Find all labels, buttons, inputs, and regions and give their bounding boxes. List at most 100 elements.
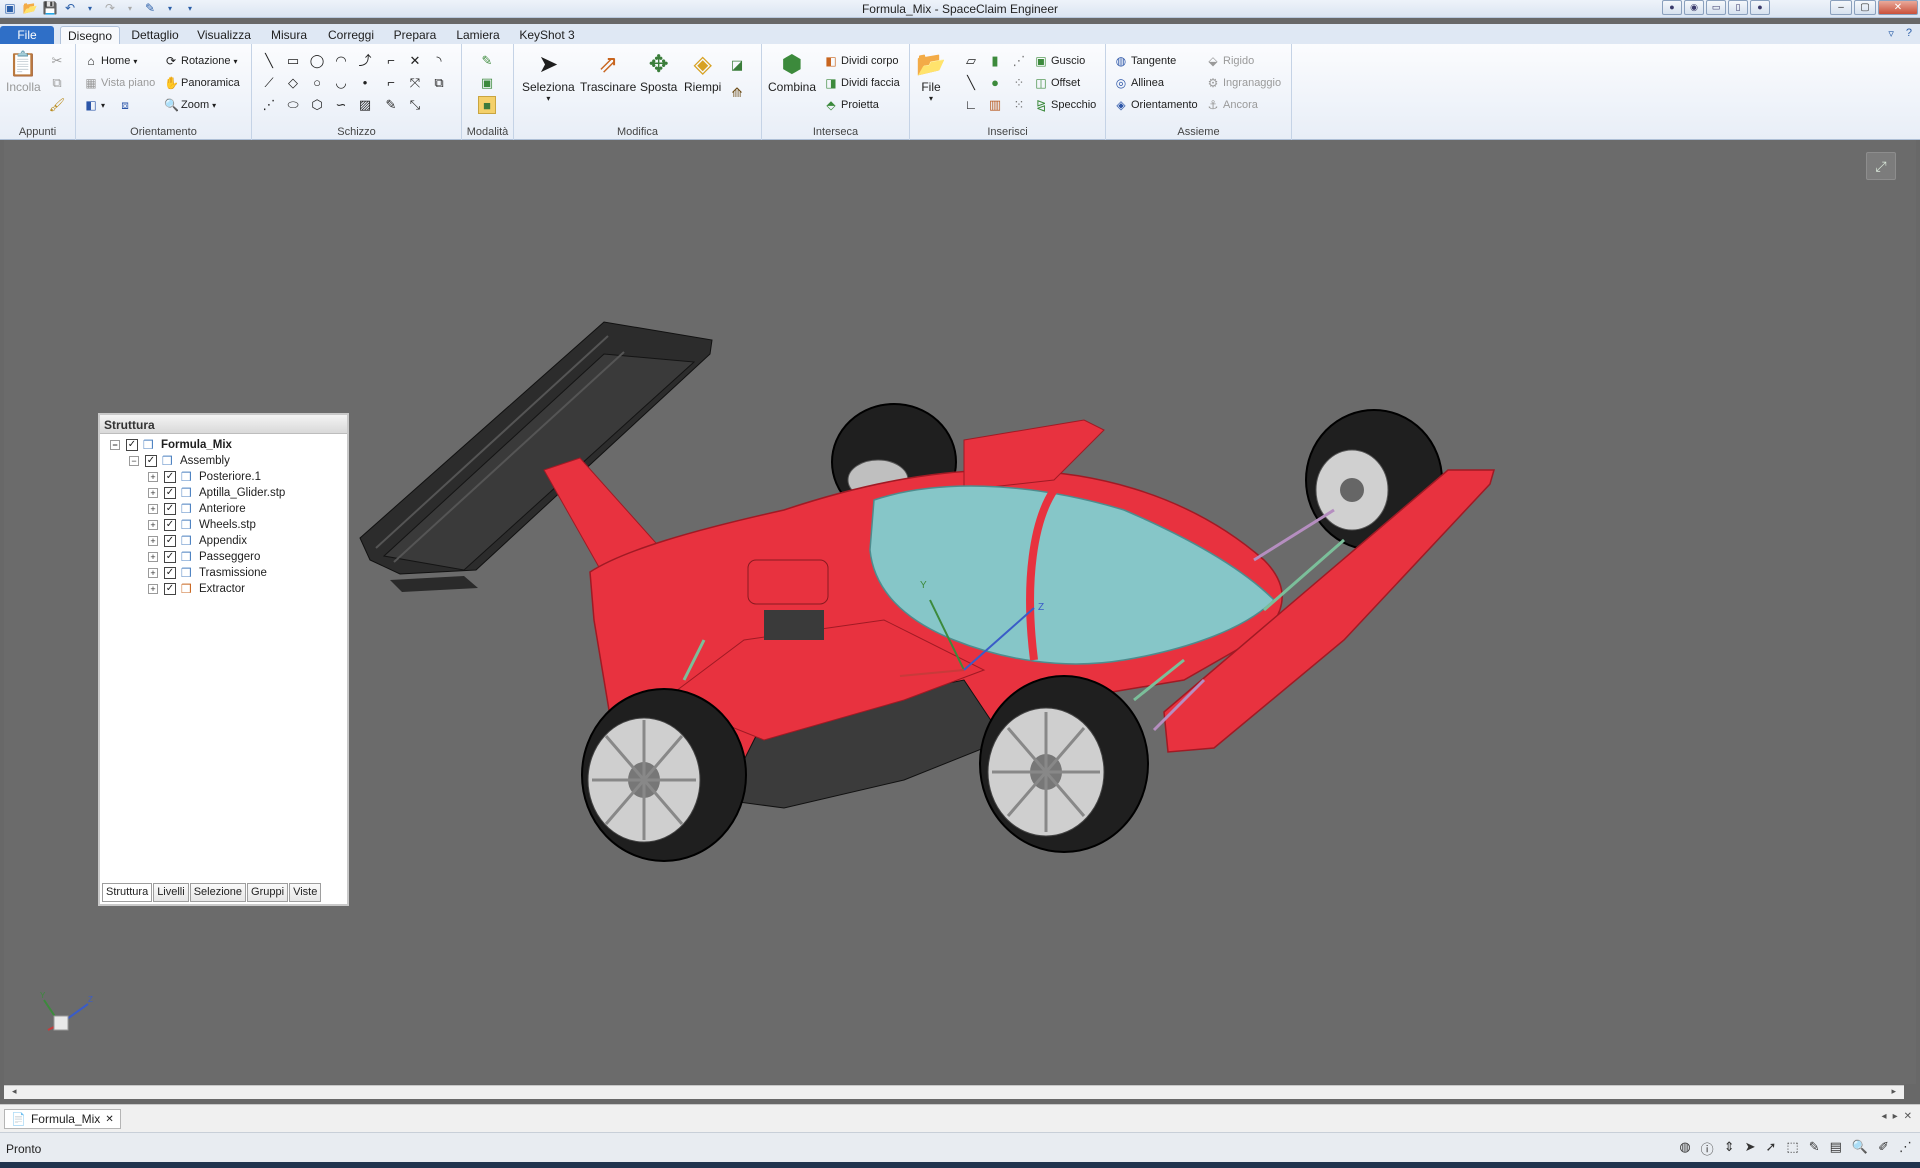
collapse-icon[interactable]: − — [129, 456, 139, 466]
view-mode-5-icon[interactable]: ● — [1750, 0, 1770, 15]
close-tab-icon[interactable]: ✕ — [105, 1114, 113, 1125]
combine-button[interactable]: ⬢ Combina — [768, 50, 816, 94]
horizontal-scrollbar[interactable]: ◂ ▸ — [4, 1085, 1904, 1099]
expand-icon[interactable]: + — [148, 552, 158, 562]
sketch-status-icon[interactable]: ✎ — [1809, 1139, 1820, 1158]
mirror-plane-icon[interactable]: ▥ — [986, 96, 1004, 114]
tree-node-component[interactable]: + ✓ ❒ Extractor — [148, 581, 245, 597]
tree-node-component[interactable]: + ✓ ❒ Passeggero — [148, 549, 260, 565]
copy-icon[interactable]: ⧉ — [48, 74, 66, 92]
tree-node-component[interactable]: + ✓ ❒ Posteriore.1 — [148, 469, 261, 485]
spin-icon[interactable]: ⇕ — [1724, 1139, 1735, 1158]
sweep-arc-icon[interactable]: ◡ — [332, 74, 350, 92]
rotation-button[interactable]: ⟳ Rotazione ▾ — [164, 54, 238, 68]
offset-button[interactable]: ◫ Offset — [1034, 76, 1080, 90]
panel-tab-struttura[interactable]: Struttura — [102, 883, 153, 902]
bend-tool-icon[interactable]: ◝ — [430, 52, 448, 70]
trim-tool-icon[interactable]: ✕ — [406, 52, 424, 70]
document-tab[interactable]: 📄 Formula_Mix ✕ — [4, 1109, 121, 1129]
3d-mode-icon[interactable]: ■ — [478, 96, 496, 114]
ellipse-tool-icon[interactable]: ⬭ — [284, 96, 302, 114]
visibility-checkbox[interactable]: ✓ — [164, 471, 176, 483]
visibility-checkbox[interactable]: ✓ — [164, 567, 176, 579]
select-button[interactable]: ➤ Seleziona ▾ — [522, 50, 575, 103]
info-icon[interactable]: ⓘ — [1701, 1139, 1714, 1158]
next-tab-icon[interactable]: ▸ — [1893, 1111, 1898, 1122]
tree-node-assembly[interactable]: − ✓ ❒ Assembly — [129, 453, 230, 469]
tab-prepara[interactable]: Prepara — [392, 26, 438, 44]
tree-node-component[interactable]: + ✓ ❒ Anteriore — [148, 501, 246, 517]
sketch-mode-icon[interactable]: ✎ — [478, 52, 496, 70]
prev-tab-icon[interactable]: ◂ — [1882, 1111, 1887, 1122]
move-grid-icon[interactable]: ✎ — [382, 96, 400, 114]
panel-tab-viste[interactable]: Viste — [289, 883, 322, 902]
visibility-checkbox[interactable]: ✓ — [164, 551, 176, 563]
close-button[interactable]: ✕ — [1878, 0, 1918, 15]
maximize-button[interactable]: ▢ — [1854, 0, 1876, 15]
face-curve-icon[interactable]: ▨ — [356, 96, 374, 114]
corner-tool-icon[interactable]: ⌐ — [382, 52, 400, 70]
close-all-icon[interactable]: ✕ — [1904, 1111, 1912, 1122]
tree-node-component[interactable]: + ✓ ❒ Appendix — [148, 533, 247, 549]
construction-line-icon[interactable]: ⋰ — [260, 96, 278, 114]
view-mode-4-icon[interactable]: ▯ — [1728, 0, 1748, 15]
3pt-circle-icon[interactable]: ○ — [308, 74, 326, 92]
tree-node-component[interactable]: + ✓ ❒ Trasmissione — [148, 565, 267, 581]
view-triad[interactable]: Y Z — [36, 990, 96, 1040]
view-mode-2-icon[interactable]: ◉ — [1684, 0, 1704, 15]
expand-icon[interactable]: + — [148, 520, 158, 530]
scroll-left-icon[interactable]: ◂ — [12, 1086, 17, 1097]
help-icon[interactable]: ? — [1906, 27, 1912, 40]
spline-tool-icon[interactable]: ∽ — [332, 96, 350, 114]
zoom-button[interactable]: 🔍 Zoom ▾ — [164, 98, 216, 112]
fill-button[interactable]: ◈ Riempi — [684, 50, 721, 94]
tab-file[interactable]: File — [0, 26, 54, 44]
project-edge-icon[interactable]: ⧉ — [430, 74, 448, 92]
resize-grip-icon[interactable]: ⋰ — [1899, 1139, 1912, 1158]
line-tool-icon[interactable]: ╲ — [260, 52, 278, 70]
tree-node-root[interactable]: − ✓ ❒ Formula_Mix — [110, 437, 232, 453]
tab-misura[interactable]: Misura — [268, 26, 310, 44]
layer-icon[interactable]: ▤ — [1830, 1139, 1842, 1158]
tab-visualizza[interactable]: Visualizza — [196, 26, 252, 44]
cut-icon[interactable]: ✂ — [48, 52, 66, 70]
panel-tab-gruppi[interactable]: Gruppi — [247, 883, 289, 902]
expand-icon[interactable]: + — [148, 472, 158, 482]
gear-button[interactable]: ⚙ Ingranaggio — [1206, 76, 1282, 90]
rectangle-tool-icon[interactable]: ▭ — [284, 52, 302, 70]
box-select-icon[interactable]: ⬚ — [1786, 1139, 1798, 1158]
plane-icon[interactable]: ▱ — [962, 52, 980, 70]
move-button[interactable]: ✥ Sposta — [640, 50, 677, 94]
collapse-icon[interactable]: − — [110, 440, 120, 450]
tree-node-component[interactable]: + ✓ ❒ Aptilla_Glider.stp — [148, 485, 285, 501]
expand-icon[interactable]: + — [148, 568, 158, 578]
tree-node-component[interactable]: + ✓ ❒ Wheels.stp — [148, 517, 256, 533]
tab-disegno[interactable]: Disegno — [60, 26, 120, 44]
pattern-icon[interactable]: ⋰ — [1010, 52, 1028, 70]
pan-button[interactable]: ✋ Panoramica — [164, 76, 240, 90]
visibility-checkbox[interactable]: ✓ — [145, 455, 157, 467]
scale-tool-icon[interactable]: ⤡ — [406, 96, 424, 114]
3pt-rect-icon[interactable]: ◇ — [284, 74, 302, 92]
visibility-checkbox[interactable]: ✓ — [164, 583, 176, 595]
expand-icon[interactable]: + — [148, 504, 158, 514]
tab-dettaglio[interactable]: Dettaglio — [128, 26, 182, 44]
visibility-checkbox[interactable]: ✓ — [164, 487, 176, 499]
tangent-line-icon[interactable]: ⟋ — [260, 74, 278, 92]
format-painter-icon[interactable]: 🖌 — [48, 96, 66, 114]
minimize-button[interactable]: – — [1830, 0, 1852, 15]
grid-pattern-icon[interactable]: ⁙ — [1010, 96, 1028, 114]
section-mode-icon[interactable]: ▣ — [478, 74, 496, 92]
axis-icon[interactable]: ╲ — [962, 74, 980, 92]
scroll-right-icon[interactable]: ▸ — [1891, 1086, 1896, 1097]
tangent-button[interactable]: ◍ Tangente — [1114, 54, 1177, 68]
home-button[interactable]: ⌂ Home ▾ — [84, 54, 137, 68]
blend-icon[interactable]: ◪ — [728, 56, 746, 74]
view-cube-button[interactable]: ◧ ▾ ⧈ — [84, 98, 132, 112]
split-curve-icon[interactable]: ⤧ — [406, 74, 424, 92]
tab-correggi[interactable]: Correggi — [326, 26, 376, 44]
orient-button[interactable]: ◈ Orientamento — [1114, 98, 1197, 112]
split-body-button[interactable]: ◧ Dividi corpo — [824, 54, 898, 68]
visibility-checkbox[interactable]: ✓ — [164, 503, 176, 515]
replace-icon[interactable]: ⟰ — [728, 84, 746, 102]
